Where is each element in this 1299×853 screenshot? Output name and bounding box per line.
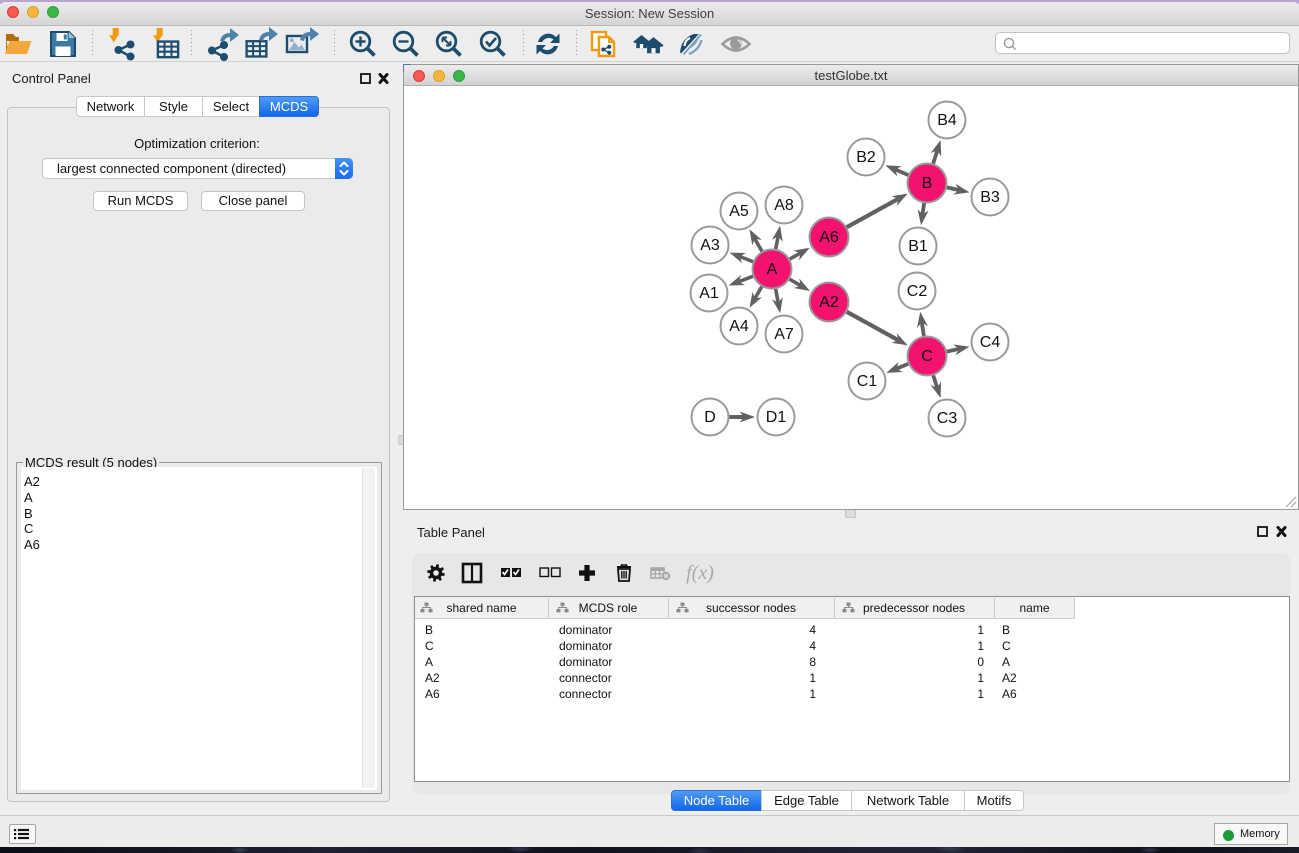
svg-text:B3: B3 [980,189,1000,206]
svg-text:A4: A4 [729,318,749,335]
svg-text:C: C [921,348,933,365]
svg-text:A7: A7 [774,326,794,343]
svg-text:A6: A6 [819,229,839,246]
svg-text:C2: C2 [907,283,928,300]
svg-text:f(x): f(x) [686,562,714,584]
svg-text:A: A [767,261,778,278]
svg-text:C1: C1 [857,373,878,390]
svg-text:D: D [704,409,716,426]
svg-text:A5: A5 [729,203,749,220]
svg-text:C3: C3 [937,410,958,427]
svg-text:A1: A1 [699,285,719,302]
svg-text:B: B [922,175,933,192]
svg-text:B1: B1 [908,238,928,255]
svg-text:A3: A3 [700,237,720,254]
svg-text:B2: B2 [856,149,876,166]
svg-text:C4: C4 [980,334,1001,351]
svg-text:B4: B4 [937,112,957,129]
svg-text:A8: A8 [774,197,794,214]
svg-text:D1: D1 [766,409,787,426]
svg-text:A2: A2 [819,294,839,311]
